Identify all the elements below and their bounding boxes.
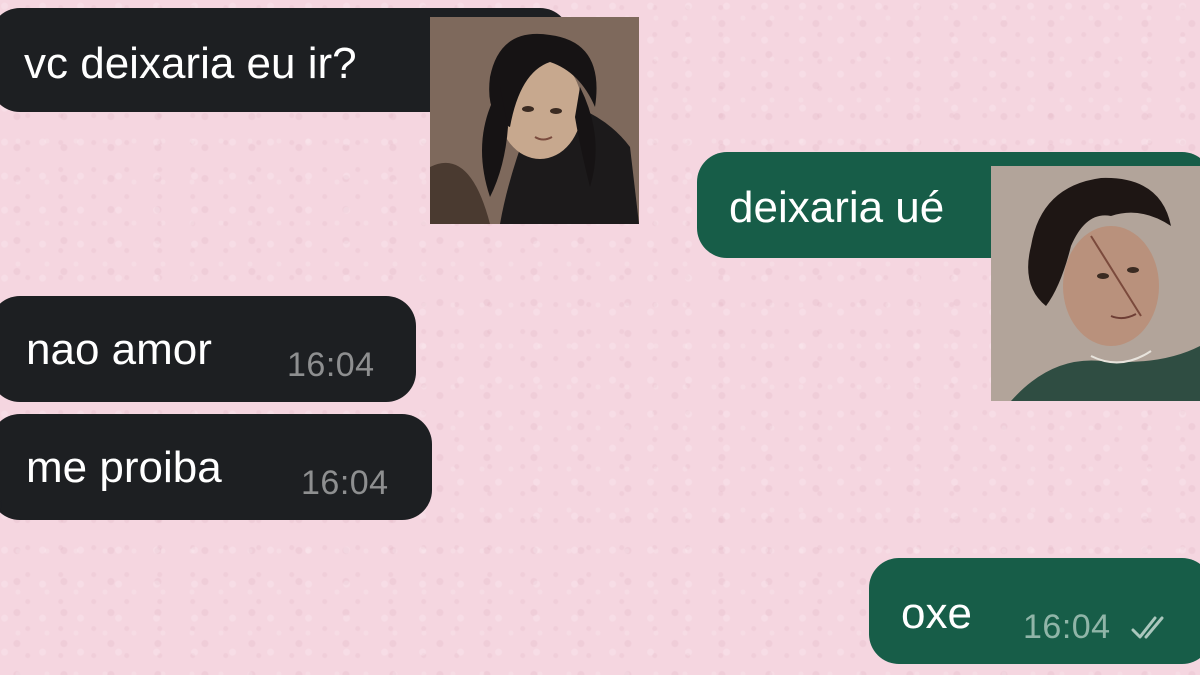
message-text: vc deixaria eu ir? — [24, 39, 357, 88]
message-text: me proiba — [26, 443, 222, 492]
person-illustration-icon — [430, 17, 639, 224]
outgoing-message-bubble[interactable]: oxe 16:04 — [869, 558, 1200, 664]
message-text: oxe — [901, 589, 972, 638]
chat-area: vc deixaria eu ir? deixaria ué nao amor … — [0, 0, 1200, 675]
person-illustration-icon — [991, 166, 1200, 401]
incoming-message-bubble[interactable]: me proiba 16:04 — [0, 414, 432, 520]
avatar-long-dark-hair[interactable] — [430, 17, 639, 224]
incoming-message-bubble[interactable]: nao amor 16:04 — [0, 296, 416, 402]
message-timestamp: 16:04 — [301, 464, 389, 502]
message-text: nao amor — [26, 325, 212, 374]
message-timestamp: 16:04 — [287, 346, 375, 384]
message-text: deixaria ué — [729, 183, 945, 232]
double-check-icon — [1131, 616, 1164, 639]
message-timestamp: 16:04 — [1023, 608, 1111, 646]
avatar-curly-hair[interactable] — [991, 166, 1200, 401]
